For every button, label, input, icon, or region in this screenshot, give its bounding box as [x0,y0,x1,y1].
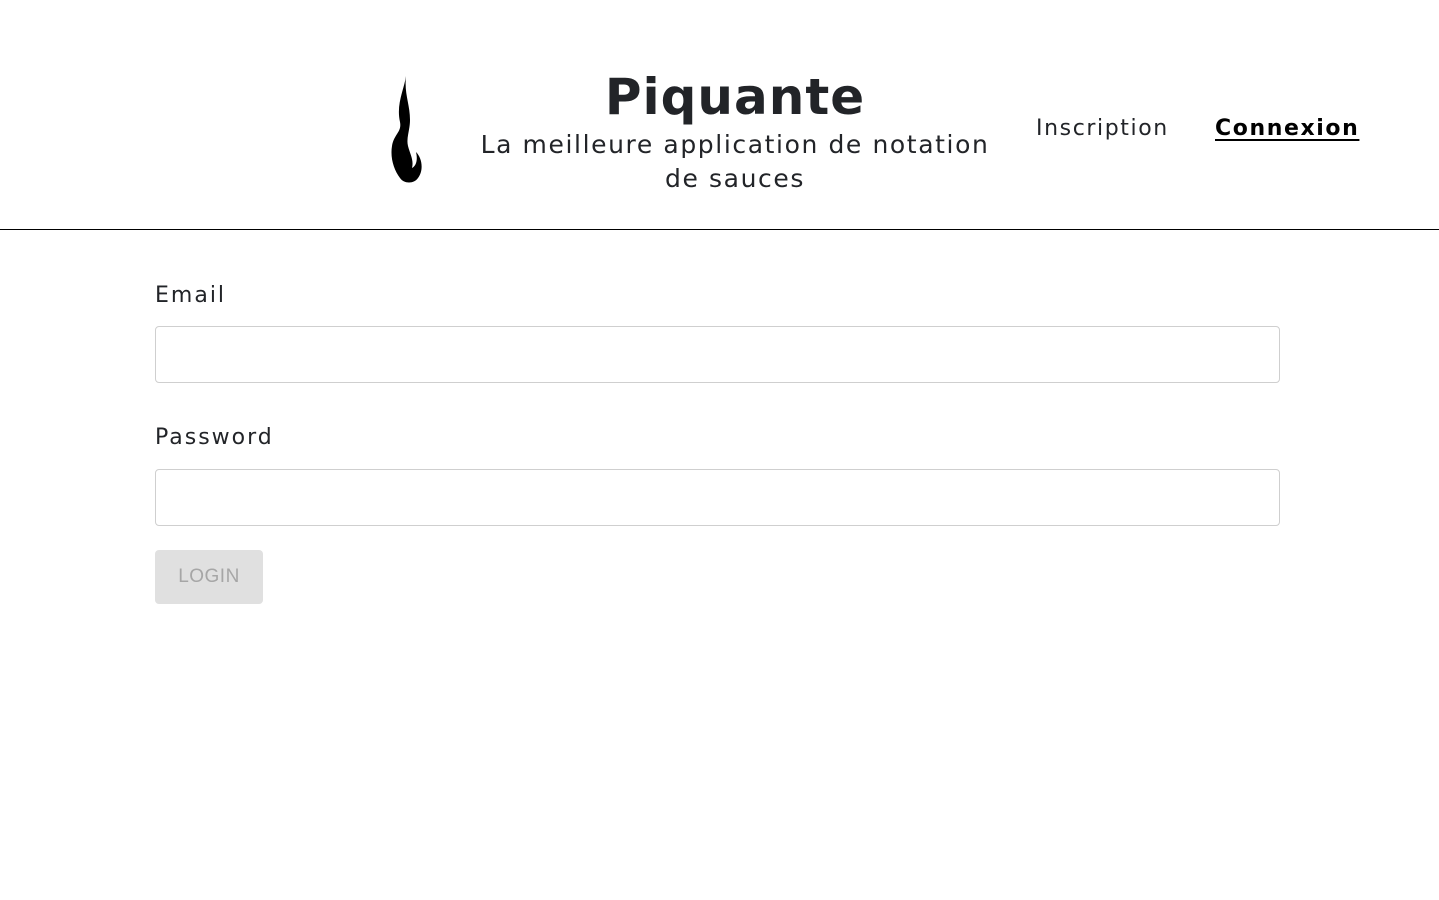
site-tagline: La meilleure application de notation de … [480,130,990,193]
flame-icon [388,74,424,186]
site-title: Piquante [604,68,866,126]
nav-login-link[interactable]: Connexion [1215,114,1359,144]
site-header: Piquante La meilleure application de not… [0,0,1439,230]
email-input[interactable] [155,326,1280,383]
email-label: Email [155,283,227,308]
password-label: Password [155,425,274,450]
login-form: Email Password LOGIN [155,280,1280,604]
login-button[interactable]: LOGIN [155,550,263,604]
password-input[interactable] [155,469,1280,526]
nav-signup-link[interactable]: Inscription [1036,114,1169,144]
brand: Piquante La meilleure application de not… [468,66,1002,196]
